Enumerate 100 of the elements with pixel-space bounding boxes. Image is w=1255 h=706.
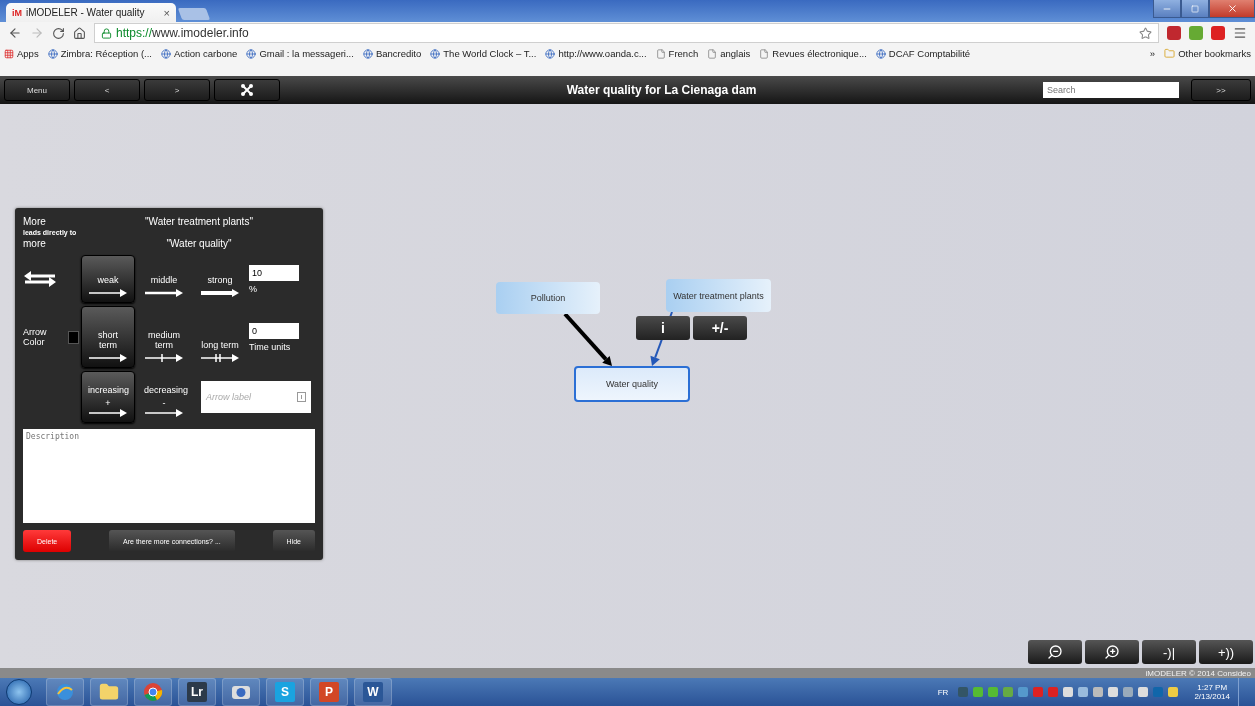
- other-bookmarks[interactable]: Other bookmarks: [1164, 48, 1251, 59]
- bookmark-label: anglais: [720, 48, 751, 59]
- browser-icon: [55, 682, 75, 702]
- time: 1:27 PM: [1197, 683, 1228, 692]
- zoom-in-button[interactable]: [1085, 640, 1139, 664]
- network-icon: [240, 83, 254, 97]
- taskbar-app[interactable]: [90, 678, 128, 706]
- percent-input[interactable]: 10: [249, 264, 299, 281]
- globe-icon: [246, 48, 257, 59]
- reload-icon[interactable]: [52, 26, 65, 40]
- bookmark[interactable]: Action carbone: [161, 48, 238, 59]
- taskbar-app[interactable]: [46, 678, 84, 706]
- arrow-icon: [88, 353, 128, 363]
- factor-node[interactable]: Water treatment plants: [666, 279, 771, 312]
- bookmark-star-icon[interactable]: [1139, 26, 1152, 40]
- apps-icon: [4, 48, 14, 59]
- arrow-icon: [88, 408, 128, 418]
- option-button[interactable]: weak: [81, 255, 135, 303]
- toolbar-button[interactable]: <: [74, 79, 140, 101]
- bookmark[interactable]: Bancredito: [362, 48, 422, 59]
- model-title: Water quality for La Cienaga dam: [565, 83, 758, 97]
- toolbar-button[interactable]: Menu: [4, 79, 70, 101]
- time-unit: Time units: [249, 341, 292, 352]
- option-button[interactable]: medium term: [137, 306, 191, 368]
- chrome-icon: [143, 682, 163, 702]
- factor-node[interactable]: Pollution: [496, 282, 600, 314]
- option-button[interactable]: increasing +: [81, 371, 135, 423]
- taskbar-app[interactable]: W: [354, 678, 392, 706]
- new-tab-button[interactable]: [177, 8, 211, 20]
- option-button[interactable]: decreasing -: [137, 371, 191, 423]
- target-label: more: [23, 238, 47, 249]
- more-bookmarks[interactable]: »: [1149, 48, 1156, 59]
- page-icon: [655, 48, 666, 59]
- edge-menu-button[interactable]: i: [636, 316, 690, 340]
- bookmark-label: Action carbone: [174, 48, 238, 59]
- globe-icon: [161, 48, 171, 59]
- extension-icon[interactable]: [1167, 26, 1181, 40]
- arrow-icon: [200, 288, 240, 298]
- browser-tab[interactable]: iM iMODELER - Water quality ×: [6, 3, 176, 22]
- bookmark[interactable]: French: [655, 48, 699, 59]
- zoom-button[interactable]: -)|: [1142, 640, 1196, 664]
- color-swatch[interactable]: [68, 330, 79, 344]
- arrow-color-label: Arrow Color: [23, 327, 48, 347]
- app-icon: S: [275, 682, 295, 702]
- description-field[interactable]: Description: [23, 429, 315, 523]
- taskbar-app[interactable]: [134, 678, 172, 706]
- arrow-icon: [144, 288, 184, 298]
- clock[interactable]: 1:27 PM 2/13/2014: [1194, 683, 1230, 701]
- bookmark-label: French: [668, 48, 699, 59]
- option-button[interactable]: short term: [81, 306, 135, 368]
- zoom-button[interactable]: +)): [1199, 640, 1253, 664]
- option-button[interactable]: strong: [193, 255, 247, 303]
- favicon: iM: [12, 7, 22, 18]
- app-icon: P: [319, 682, 339, 702]
- arrow-icon: [200, 353, 240, 363]
- toolbar-button[interactable]: >: [144, 79, 210, 101]
- address-field[interactable]: https://www.imodeler.info: [94, 23, 1159, 43]
- taskbar-app[interactable]: P: [310, 678, 348, 706]
- edge-menu-button[interactable]: +/-: [693, 316, 747, 340]
- swap-arrows-icon[interactable]: [23, 271, 57, 287]
- network-button[interactable]: [214, 79, 280, 101]
- app-icon: W: [363, 682, 383, 702]
- close-tab-button[interactable]: ×: [163, 6, 170, 19]
- back-icon[interactable]: [8, 26, 22, 40]
- tab-title: iMODELER - Water quality: [26, 7, 146, 18]
- arrow-icon: [144, 353, 184, 363]
- page-icon: [707, 48, 718, 59]
- language-indicator[interactable]: FR: [937, 687, 949, 697]
- start-button[interactable]: [6, 679, 32, 705]
- globe-icon: [362, 48, 373, 59]
- taskbar-app[interactable]: Lr: [178, 678, 216, 706]
- connection-arrow[interactable]: [563, 312, 612, 366]
- time-input[interactable]: 0: [249, 322, 299, 339]
- taskbar-app[interactable]: [222, 678, 260, 706]
- globe-icon: [47, 48, 58, 59]
- zoom-in-icon: [1104, 644, 1120, 660]
- go-button[interactable]: >>: [1191, 79, 1251, 101]
- minimize-button[interactable]: [1153, 0, 1181, 18]
- bookmark-label: Other bookmarks: [1178, 48, 1251, 59]
- close-icon: [1226, 3, 1238, 14]
- factor-node[interactable]: Water quality: [574, 366, 690, 402]
- url-text: https://www.imodeler.info: [116, 26, 249, 40]
- bookmark-label: Apps: [17, 48, 39, 59]
- bookmark[interactable]: Apps: [4, 48, 39, 59]
- source-name: "Water treatment plants": [144, 216, 254, 227]
- zoom-out-button[interactable]: [1028, 640, 1082, 664]
- source-label: More: [23, 216, 47, 227]
- home-icon[interactable]: [73, 26, 86, 40]
- globe-icon: [875, 48, 886, 59]
- bookmark[interactable]: anglais: [707, 48, 751, 59]
- option-button[interactable]: long term: [193, 306, 247, 368]
- maximize-button[interactable]: [1181, 0, 1209, 18]
- app-icon: Lr: [187, 682, 207, 702]
- percent-unit: %: [249, 283, 258, 294]
- option-button[interactable]: middle: [137, 255, 191, 303]
- maximize-icon: [1191, 4, 1199, 13]
- close-button[interactable]: [1209, 0, 1255, 18]
- search-field[interactable]: Search: [1043, 82, 1179, 98]
- globe-icon: [430, 48, 441, 59]
- menu-icon[interactable]: [1233, 26, 1247, 40]
